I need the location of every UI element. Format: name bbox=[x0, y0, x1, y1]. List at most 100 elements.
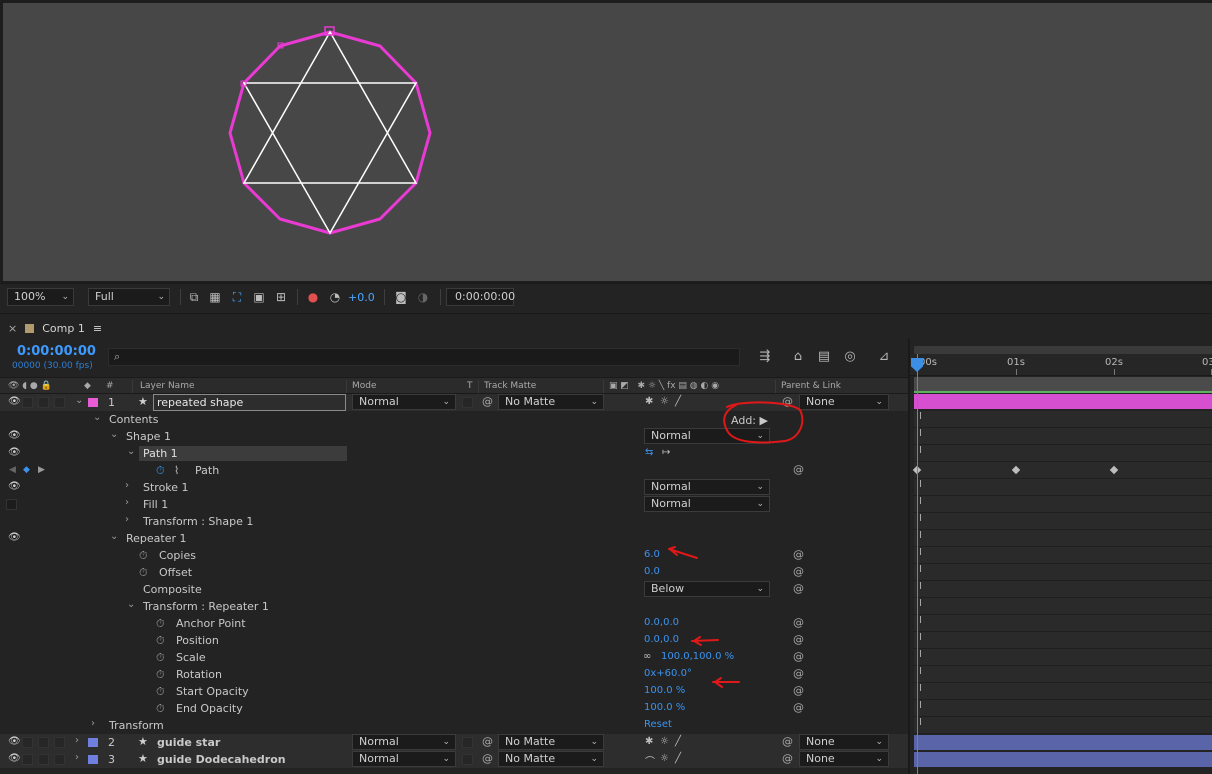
constrain-proportions-link-icon[interactable]: ∞ bbox=[643, 651, 651, 662]
stopwatch-icon[interactable]: ⏱ bbox=[156, 702, 165, 716]
collapse-switch-icon[interactable]: ☼ bbox=[660, 736, 669, 747]
collapse-switch-icon[interactable]: ☼ bbox=[660, 753, 669, 764]
keyframe-diamond[interactable] bbox=[1011, 465, 1021, 475]
chevron-down-icon[interactable]: ⌄ bbox=[75, 395, 83, 406]
parent-dropdown[interactable]: None ⌄ bbox=[799, 734, 889, 750]
path-reverse-icon[interactable]: ↦ bbox=[662, 447, 670, 458]
expression-pick-whip-icon[interactable]: @ bbox=[793, 548, 804, 561]
property-row-end-opacity[interactable]: ⏱ End Opacity 100.0 % @ bbox=[0, 700, 908, 717]
zoom-dropdown[interactable]: 100% ⌄ bbox=[7, 288, 74, 306]
layer-row-repeated-shape[interactable]: 👁 ⌄ 1 ★ repeated shape Normal ⌄ @ No Matt… bbox=[0, 394, 908, 411]
end-opacity-value[interactable]: 100.0 % bbox=[644, 702, 685, 713]
chevron-right-icon[interactable]: › bbox=[125, 497, 129, 508]
pick-whip-spiral-icon[interactable]: @ bbox=[482, 395, 493, 408]
property-row-transform-shape-1[interactable]: › Transform : Shape 1 bbox=[0, 513, 908, 530]
stopwatch-active-icon[interactable]: ⏱ bbox=[156, 464, 165, 478]
timeline-track-area[interactable]: 00s 01s 02s 03 I I I I I I I I I I I I I… bbox=[908, 339, 1212, 774]
mask-visibility-icon[interactable]: ⛶ bbox=[230, 290, 244, 304]
property-row-transform-repeater-1[interactable]: ⌄ Transform : Repeater 1 bbox=[0, 598, 908, 615]
layer-name[interactable]: guide star bbox=[157, 736, 220, 749]
channel-rgb-icon[interactable]: ● bbox=[306, 290, 320, 304]
preserve-transparency-toggle[interactable] bbox=[462, 754, 473, 765]
lock-toggle[interactable] bbox=[54, 754, 65, 765]
chevron-right-icon[interactable]: › bbox=[125, 514, 129, 525]
stopwatch-icon[interactable]: ⏱ bbox=[156, 617, 165, 631]
region-of-interest-icon[interactable]: ▣ bbox=[252, 290, 266, 304]
scale-value[interactable]: 100.0,100.0 % bbox=[661, 651, 734, 662]
visibility-eye-icon[interactable]: 👁 bbox=[8, 754, 21, 764]
draft-3d-icon[interactable]: ⌂ bbox=[790, 349, 806, 365]
property-row-path[interactable]: ◀ ◆ ▶ ⏱ ⌇ Path @ bbox=[0, 462, 908, 479]
property-row-rotation[interactable]: ⏱ Rotation 0x+60.0° @ bbox=[0, 666, 908, 683]
audio-toggle[interactable] bbox=[22, 754, 33, 765]
solo-toggle[interactable] bbox=[38, 754, 49, 765]
preserve-transparency-toggle[interactable] bbox=[462, 737, 473, 748]
expression-pick-whip-icon[interactable]: @ bbox=[793, 667, 804, 680]
layer-label-color[interactable] bbox=[88, 398, 98, 407]
visibility-eye-icon[interactable]: 👁 bbox=[8, 448, 21, 458]
reset-exposure-icon[interactable]: ◔ bbox=[328, 290, 342, 304]
graph-editor-icon[interactable]: ⊿ bbox=[876, 349, 892, 365]
chevron-right-icon[interactable]: › bbox=[75, 752, 79, 763]
solo-toggle[interactable] bbox=[38, 737, 49, 748]
reset-transform-button[interactable]: Reset bbox=[644, 719, 672, 730]
chevron-down-icon[interactable]: ⌄ bbox=[127, 599, 135, 610]
quality-switch-icon[interactable]: ╱ bbox=[675, 753, 681, 764]
frame-blending-icon[interactable]: ▤ bbox=[816, 349, 832, 365]
time-ruler[interactable]: 00s 01s 02s 03 bbox=[910, 354, 1212, 376]
chevron-down-icon[interactable]: ⌄ bbox=[110, 429, 118, 440]
expression-pick-whip-icon[interactable]: @ bbox=[793, 633, 804, 646]
visibility-eye-icon[interactable]: 👁 bbox=[8, 431, 21, 441]
property-row-contents[interactable]: ⌄ Contents Add: ▶ bbox=[0, 411, 908, 428]
copies-value[interactable]: 6.0 bbox=[644, 549, 660, 560]
layer-1-duration-bar[interactable] bbox=[914, 394, 1212, 409]
keyframe-diamond[interactable] bbox=[1109, 465, 1119, 475]
time-navigator-bar[interactable] bbox=[914, 346, 1212, 354]
composition-canvas[interactable] bbox=[3, 3, 1212, 281]
resolution-dropdown[interactable]: Full ⌄ bbox=[88, 288, 170, 306]
property-row-copies[interactable]: ⏱ Copies 6.0 @ bbox=[0, 547, 908, 564]
quality-switch-icon[interactable]: ╱ bbox=[675, 396, 681, 407]
composition-mini-flowchart-icon[interactable]: ⇶ bbox=[757, 349, 773, 365]
viewer-timecode-field[interactable]: 0:00:00:00 bbox=[446, 288, 515, 306]
chevron-right-icon[interactable]: › bbox=[125, 480, 129, 491]
stopwatch-icon[interactable]: ⏱ bbox=[156, 668, 165, 682]
parent-pick-whip-icon[interactable]: @ bbox=[782, 735, 793, 748]
fast-previews-icon[interactable]: ⧉ bbox=[187, 290, 201, 304]
shy-switch-icon[interactable]: ✱ bbox=[645, 396, 653, 407]
visibility-toggle-off[interactable] bbox=[6, 499, 17, 510]
property-row-fill-1[interactable]: › Fill 1 Normal ⌄ bbox=[0, 496, 908, 513]
expression-pick-whip-icon[interactable]: @ bbox=[793, 565, 804, 578]
property-row-start-opacity[interactable]: ⏱ Start Opacity 100.0 % @ bbox=[0, 683, 908, 700]
layer-label-color[interactable] bbox=[88, 755, 98, 764]
stopwatch-icon[interactable]: ⏱ bbox=[156, 685, 165, 699]
layer-search-input[interactable]: ⌕ bbox=[108, 348, 740, 366]
layer-label-color[interactable] bbox=[88, 738, 98, 747]
chevron-down-icon[interactable]: ⌄ bbox=[93, 412, 101, 423]
shy-switch-icon[interactable]: ⌒ bbox=[645, 753, 655, 768]
shy-switch-icon[interactable]: ✱ bbox=[645, 736, 653, 747]
expression-pick-whip-icon[interactable]: @ bbox=[793, 582, 804, 595]
blend-mode-dropdown[interactable]: Normal ⌄ bbox=[352, 751, 456, 767]
motion-blur-icon[interactable]: ◎ bbox=[842, 349, 858, 365]
transparency-grid-icon[interactable]: ▦ bbox=[208, 290, 222, 304]
visibility-eye-icon[interactable]: 👁 bbox=[8, 533, 21, 543]
track-matte-dropdown[interactable]: No Matte ⌄ bbox=[498, 734, 604, 750]
parent-pick-whip-icon[interactable]: @ bbox=[782, 752, 793, 765]
expression-pick-whip-icon[interactable]: @ bbox=[793, 650, 804, 663]
preserve-transparency-toggle[interactable] bbox=[462, 397, 473, 408]
visibility-eye-icon[interactable]: 👁 bbox=[8, 397, 21, 407]
property-row-anchor-point[interactable]: ⏱ Anchor Point 0.0,0.0 @ bbox=[0, 615, 908, 632]
expression-pick-whip-icon[interactable]: @ bbox=[793, 701, 804, 714]
layer-2-duration-bar[interactable] bbox=[914, 735, 1212, 750]
chevron-down-icon[interactable]: ⌄ bbox=[110, 531, 118, 542]
property-row-scale[interactable]: ⏱ Scale ∞ 100.0,100.0 % @ bbox=[0, 649, 908, 666]
prev-keyframe-icon[interactable]: ◀ bbox=[9, 465, 16, 475]
blend-mode-dropdown[interactable]: Normal ⌄ bbox=[352, 394, 456, 410]
quality-switch-icon[interactable]: ╱ bbox=[675, 736, 681, 747]
anchor-point-value[interactable]: 0.0,0.0 bbox=[644, 617, 679, 628]
pick-whip-spiral-icon[interactable]: @ bbox=[482, 735, 493, 748]
property-row-path-1[interactable]: 👁 ⌄ Path 1 ⇆ ↦ bbox=[0, 445, 908, 462]
stopwatch-icon[interactable]: ⏱ bbox=[139, 549, 148, 563]
fill-1-blend-dropdown[interactable]: Normal ⌄ bbox=[644, 496, 770, 512]
